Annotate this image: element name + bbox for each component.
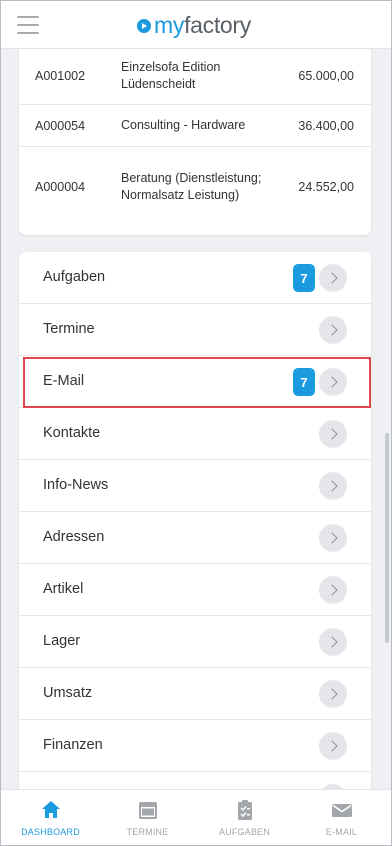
article-name: Consulting - Hardware — [121, 118, 246, 132]
calendar-icon — [139, 802, 157, 819]
chevron-right-icon[interactable] — [319, 680, 347, 708]
menu-item-label: E-Mail — [43, 373, 85, 389]
logo-text-my: my — [154, 11, 185, 38]
chevron-right-icon[interactable] — [319, 732, 347, 760]
play-logo-icon — [137, 19, 151, 33]
menu-item-label: Finanzen — [43, 737, 103, 753]
menu-item-artikel[interactable]: Artikel — [19, 564, 371, 616]
menu-item-label: Lager — [43, 633, 81, 649]
menu-item-label: Info-News — [43, 477, 109, 493]
menu-item-label: Kontakte — [43, 425, 101, 441]
chevron-right-icon[interactable] — [319, 524, 347, 552]
module-menu: Aufgaben 7 Termine E-Mail 7 Kontakte Inf… — [19, 252, 371, 789]
menu-item-label: Adressen — [43, 529, 105, 545]
menu-item-kontakte[interactable]: Kontakte — [19, 408, 371, 460]
menu-item-label: Termine — [43, 321, 95, 337]
article-amount: 24.552,00 — [298, 180, 354, 194]
scrollbar[interactable] — [385, 433, 389, 643]
nav-label: DASHBOARD — [21, 827, 80, 837]
menu-item-adressen[interactable]: Adressen — [19, 512, 371, 564]
clipboard-icon — [238, 800, 252, 820]
chevron-right-icon[interactable] — [319, 368, 347, 396]
article-name: Einzelsofa Edition Lüdenscheidt — [121, 59, 221, 91]
chevron-right-icon[interactable] — [319, 316, 347, 344]
menu-item-finanzen[interactable]: Finanzen — [19, 720, 371, 772]
myfactory-logo: myfactory — [137, 9, 251, 41]
article-id: A000004 — [35, 180, 86, 194]
article-id: A001002 — [35, 68, 86, 83]
home-icon — [42, 801, 60, 818]
nav-termine[interactable]: TERMINE — [99, 790, 196, 845]
chevron-right-icon[interactable] — [319, 420, 347, 448]
table-row[interactable]: A001002 Einzelsofa Edition Lüdenscheidt … — [19, 49, 371, 105]
table-row[interactable]: A000054 Consulting - Hardware 36.400,00 — [19, 105, 371, 147]
article-amount: 36.400,00 — [298, 118, 354, 133]
menu-item-label: Aufgaben — [43, 269, 106, 285]
menu-item-next[interactable] — [19, 772, 371, 789]
menu-item-umsatz[interactable]: Umsatz — [19, 668, 371, 720]
menu-item-aufgaben[interactable]: Aufgaben 7 — [19, 252, 371, 304]
nav-label: AUFGABEN — [218, 827, 271, 837]
chevron-right-icon[interactable] — [319, 576, 347, 604]
app-frame: myfactory A001002 Einzelsofa Edition Lüd… — [0, 0, 392, 846]
article-id: A000054 — [35, 118, 86, 133]
hamburger-menu-icon[interactable] — [17, 16, 39, 34]
mail-icon — [332, 804, 352, 817]
article-name: Beratung (Dienstleistung; Normalsatz Lei… — [121, 171, 262, 202]
nav-email[interactable]: E-MAIL — [293, 790, 390, 845]
bottom-navigation: DASHBOARD TERMINE AUFGABEN E-MAIL — [1, 789, 391, 845]
menu-item-info-news[interactable]: Info-News — [19, 460, 371, 512]
chevron-right-icon[interactable] — [319, 628, 347, 656]
article-amount: 65.000,00 — [298, 68, 354, 83]
logo-text-factory: factory — [184, 11, 251, 38]
count-badge: 7 — [293, 368, 315, 396]
app-header: myfactory — [1, 1, 391, 49]
table-row[interactable]: A000004 Beratung (Dienstleistung; Normal… — [19, 147, 371, 227]
nav-label: TERMINE — [126, 827, 169, 837]
menu-item-termine[interactable]: Termine — [19, 304, 371, 356]
dashboard-content[interactable]: A001002 Einzelsofa Edition Lüdenscheidt … — [1, 49, 391, 789]
nav-dashboard[interactable]: DASHBOARD — [2, 790, 99, 845]
menu-item-email[interactable]: E-Mail 7 — [19, 356, 371, 408]
menu-item-lager[interactable]: Lager — [19, 616, 371, 668]
nav-aufgaben[interactable]: AUFGABEN — [196, 790, 293, 845]
count-badge: 7 — [293, 264, 315, 292]
menu-item-label: Umsatz — [43, 685, 93, 701]
chevron-right-icon[interactable] — [319, 472, 347, 500]
chevron-right-icon[interactable] — [319, 264, 347, 292]
nav-label: E-MAIL — [325, 827, 358, 837]
menu-item-label: Artikel — [43, 581, 84, 597]
top-articles-table: A001002 Einzelsofa Edition Lüdenscheidt … — [19, 49, 371, 235]
